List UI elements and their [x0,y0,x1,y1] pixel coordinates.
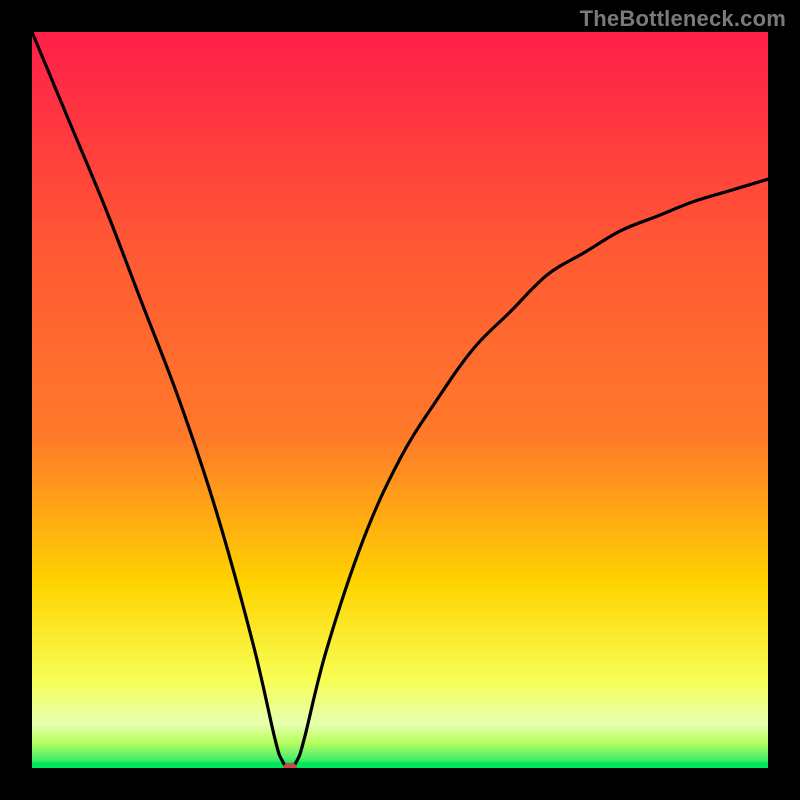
plot-area [32,32,768,768]
bottleneck-curve [32,32,768,768]
minimum-marker-icon [283,763,297,768]
watermark-text: TheBottleneck.com [580,6,786,32]
chart-frame: TheBottleneck.com [0,0,800,800]
